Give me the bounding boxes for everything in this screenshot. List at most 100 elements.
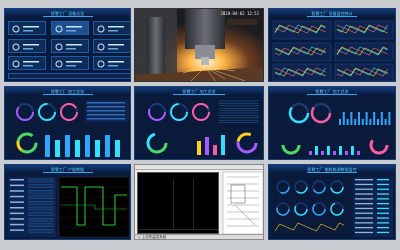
table-cell xyxy=(377,188,389,190)
card-line xyxy=(23,30,33,32)
card-line xyxy=(66,44,82,46)
timestamp-overlay: 2020-04-02 12:52 xyxy=(220,11,259,16)
bar xyxy=(361,119,364,125)
bar xyxy=(388,112,391,125)
processing-charts xyxy=(146,100,259,155)
panel-scada-window: ◇ 上位机监控系统 xyxy=(134,164,264,240)
bar xyxy=(345,151,348,155)
panel-processing-overview-3: 智慧工厂 加工总览 xyxy=(268,86,396,160)
device-card xyxy=(93,21,130,35)
donut xyxy=(281,135,301,155)
bar xyxy=(377,119,379,125)
device-card xyxy=(51,39,89,53)
device-card xyxy=(93,56,130,70)
bar xyxy=(350,112,353,125)
device-icon xyxy=(55,43,63,51)
table-cell xyxy=(377,203,389,205)
device-icon xyxy=(12,43,20,51)
list-label xyxy=(10,218,24,220)
table-cell xyxy=(377,222,389,224)
bar xyxy=(321,151,324,155)
table-cell xyxy=(355,231,373,234)
device-card xyxy=(51,21,89,35)
gauge-fill xyxy=(60,103,78,121)
table-cell xyxy=(355,203,373,205)
table-cell xyxy=(355,217,373,219)
cad-drawing xyxy=(138,171,263,235)
bar xyxy=(339,146,342,155)
card-line xyxy=(66,65,76,67)
bar xyxy=(45,135,50,157)
list-label xyxy=(10,190,24,192)
bar xyxy=(95,140,100,157)
summary-bar xyxy=(8,73,130,79)
table-cell xyxy=(355,179,373,181)
bar xyxy=(365,112,368,125)
list-label xyxy=(10,207,24,209)
panel-device-monitoring: 智慧工厂 设备监控统计 xyxy=(268,8,396,82)
table-cell xyxy=(377,217,389,219)
monitor-charts xyxy=(272,20,394,81)
bar xyxy=(333,151,336,155)
status-text: ◇ 上位机监控系统 xyxy=(138,235,167,239)
panel-device-overview: 智慧工厂 设备总览 xyxy=(4,8,131,82)
list-label xyxy=(10,229,24,231)
bar xyxy=(315,146,318,155)
card-line xyxy=(23,44,39,46)
table-cell xyxy=(377,183,389,186)
device-card xyxy=(51,56,89,70)
device-card xyxy=(93,39,130,53)
bar xyxy=(327,146,330,155)
list-value xyxy=(28,223,54,227)
table-cell xyxy=(377,207,389,210)
chart-box xyxy=(272,20,332,40)
list-value xyxy=(28,229,54,233)
series-line xyxy=(274,222,345,232)
bar xyxy=(354,119,357,125)
card-line xyxy=(108,48,118,50)
panel-processing-overview-2: 智慧工厂 加工总览 xyxy=(134,86,264,160)
bar xyxy=(380,112,383,125)
list-value xyxy=(28,212,54,216)
bar xyxy=(105,135,110,157)
bar xyxy=(339,119,341,125)
card-line xyxy=(108,61,124,63)
device-icon xyxy=(12,25,20,33)
card-line xyxy=(66,30,76,32)
energy-gauges xyxy=(274,177,393,237)
list-label xyxy=(10,201,24,203)
bar xyxy=(85,135,90,157)
device-card xyxy=(8,39,46,53)
bar xyxy=(65,135,70,157)
gauge-fill xyxy=(192,103,210,121)
list-label xyxy=(10,184,24,187)
table-cell xyxy=(355,193,373,195)
device-icon xyxy=(97,60,105,68)
stat-row xyxy=(87,118,125,120)
panel-production-capacity: 智慧工厂 产能数据 xyxy=(4,164,131,240)
list-value xyxy=(28,206,54,211)
list-label xyxy=(10,223,24,226)
table-cell xyxy=(355,227,373,229)
device-icon xyxy=(97,25,105,33)
list-label xyxy=(10,212,24,215)
bar xyxy=(55,140,60,157)
table-cell xyxy=(355,207,373,210)
list-value xyxy=(28,195,54,199)
bar xyxy=(115,140,120,157)
list-label xyxy=(10,179,24,181)
device-icon xyxy=(12,60,20,68)
card-line xyxy=(108,44,124,46)
device-card xyxy=(8,21,46,35)
status-bar: ◇ 上位机监控系统 xyxy=(135,234,263,239)
card-line xyxy=(108,26,124,28)
list-value xyxy=(28,201,54,205)
device-card xyxy=(8,56,46,70)
panel-processing-overview-1: 智慧工厂 加工总览 xyxy=(4,86,131,160)
device-icon xyxy=(55,60,63,68)
bar xyxy=(197,141,201,155)
list-value xyxy=(28,190,54,194)
device-icon xyxy=(97,43,105,51)
table-cell xyxy=(355,212,373,214)
table-cell xyxy=(377,212,389,214)
